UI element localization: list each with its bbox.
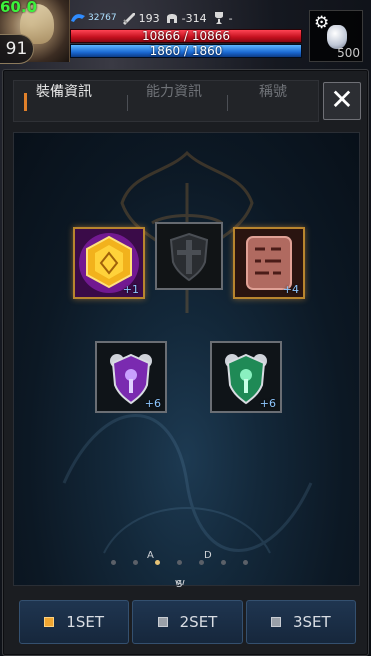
sword-icon	[122, 13, 135, 25]
tab-equipment-info[interactable]: 裝備資訊	[36, 81, 92, 123]
level-badge: 91	[0, 34, 34, 64]
tab-bar: 裝備資訊 能力資訊 稱號	[13, 80, 319, 122]
stat-defense: -314	[164, 11, 207, 25]
active-tab-accent	[24, 93, 27, 111]
hp-bar: 10866 / 10866	[70, 29, 302, 43]
set-checkbox	[157, 617, 168, 627]
stat-mana-value: 32767	[88, 13, 117, 23]
tab-titles[interactable]: 稱號	[259, 81, 287, 123]
set-checkbox	[270, 617, 281, 627]
enhance-level: +6	[144, 397, 161, 410]
enhance-level: +4	[282, 283, 299, 296]
page-dot[interactable]	[111, 560, 116, 565]
stat-rank: -	[211, 11, 233, 25]
enhance-level: +1	[122, 283, 139, 296]
mp-text: 1860 / 1860	[149, 44, 223, 58]
set-1-label: 1SET	[66, 613, 105, 631]
page-dot[interactable]	[243, 560, 248, 565]
set-2-label: 2SET	[179, 613, 218, 631]
ornament-swirl-icon	[62, 414, 313, 554]
stat-attack-value: 193	[138, 11, 160, 25]
equipment-display: +1 +4 +6 +6 W	[13, 132, 360, 586]
helmet-icon	[166, 14, 177, 23]
trophy-icon	[214, 12, 223, 24]
equip-slot-4[interactable]: +6	[95, 341, 167, 413]
potion-count: 500	[337, 46, 360, 60]
set-1-button[interactable]: 1SET	[19, 600, 130, 644]
game-screen: 60.0 91 32767 193 -314 - 10866 / 10866 1…	[0, 0, 371, 656]
tab-divider	[227, 95, 228, 111]
compass-south: S	[176, 579, 183, 590]
stat-rank-value: -	[228, 11, 233, 25]
equip-slot-5[interactable]: +6	[210, 341, 282, 413]
equip-slot-2[interactable]	[155, 222, 223, 290]
fps-counter: 60.0	[0, 0, 38, 16]
set-2-button[interactable]: 2SET	[132, 600, 243, 644]
tab-ability-info[interactable]: 能力資訊	[146, 81, 202, 123]
set-checkbox	[44, 617, 55, 627]
page-indicator	[111, 560, 248, 565]
stats-row: 32767 193 -314 -	[70, 9, 233, 27]
page-dot[interactable]	[133, 560, 138, 565]
stat-mana: 32767	[70, 11, 117, 25]
equip-slot-1[interactable]: +1	[73, 227, 145, 299]
equip-slot-3[interactable]: +4	[233, 227, 305, 299]
enhance-level: +6	[259, 397, 276, 410]
page-dot[interactable]	[221, 560, 226, 565]
hp-text: 10866 / 10866	[141, 29, 231, 43]
page-dot[interactable]	[177, 560, 182, 565]
equipment-set-selector: 1SET 2SET 3SET	[19, 600, 356, 644]
mana-wave-icon	[71, 14, 85, 22]
set-3-button[interactable]: 3SET	[245, 600, 356, 644]
equipment-panel: 裝備資訊 能力資訊 稱號 ✕ +1 +4 +6 +6 W A D S 1SET …	[2, 69, 369, 656]
player-hud: 60.0 91 32767 193 -314 - 10866 / 10866 1…	[0, 0, 371, 64]
close-button[interactable]: ✕	[323, 82, 361, 120]
page-dot[interactable]	[155, 560, 160, 565]
empty-shield-slot-icon	[169, 232, 209, 282]
stat-defense-value: -314	[181, 11, 207, 25]
set-3-label: 3SET	[292, 613, 331, 631]
tab-divider	[127, 95, 128, 111]
mp-bar: 1860 / 1860	[70, 44, 302, 58]
quick-potion-slot[interactable]: ⚙ 500	[309, 10, 363, 62]
page-dot[interactable]	[199, 560, 204, 565]
stat-attack: 193	[121, 11, 160, 25]
